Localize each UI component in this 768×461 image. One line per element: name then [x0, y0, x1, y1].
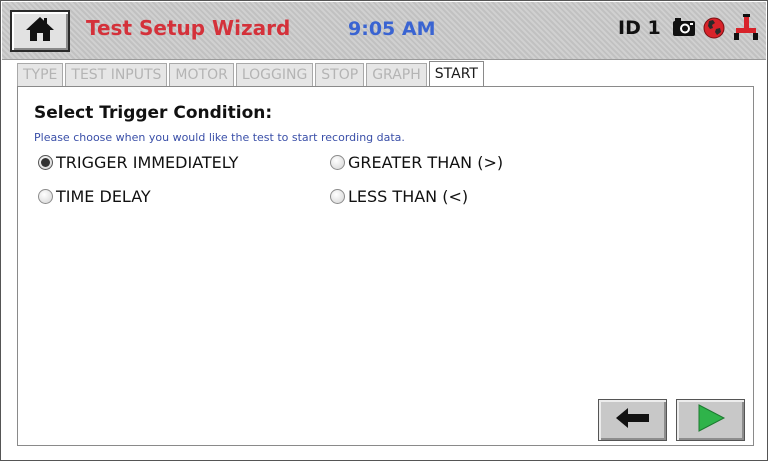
tab-start[interactable]: START [428, 61, 484, 86]
back-button[interactable] [598, 399, 667, 441]
usb-plug-icon[interactable] [733, 14, 759, 46]
radio-trigger-immediately[interactable]: TRIGGER IMMEDIATELY [38, 153, 238, 172]
radio-unselected-icon [330, 155, 345, 170]
home-icon [25, 16, 55, 46]
next-button[interactable] [676, 399, 745, 441]
tab-logging[interactable]: LOGGING [235, 63, 314, 86]
clock-display: 9:05 AM [348, 18, 436, 40]
radio-label: LESS THAN (<) [348, 187, 469, 206]
header-bar: Test Setup Wizard 9:05 AM ID 1 [2, 2, 766, 60]
tab-test-inputs[interactable]: TEST INPUTS [65, 63, 168, 86]
app-window: Test Setup Wizard 9:05 AM ID 1 TYPE TEST… [0, 0, 768, 461]
arrow-left-icon [615, 407, 651, 433]
tab-graph[interactable]: GRAPH [366, 63, 427, 86]
wizard-title: Test Setup Wizard [86, 16, 291, 40]
panel-instruction: Please choose when you would like the te… [34, 131, 405, 144]
start-panel: Select Trigger Condition: Please choose … [17, 86, 754, 446]
radio-less-than[interactable]: LESS THAN (<) [330, 187, 468, 206]
radio-time-delay[interactable]: TIME DELAY [38, 187, 151, 206]
tab-stop[interactable]: STOP [315, 63, 365, 86]
camera-icon[interactable] [672, 16, 696, 42]
wizard-tabs: TYPE TEST INPUTS MOTOR LOGGING STOP GRAP… [17, 61, 486, 86]
tab-type[interactable]: TYPE [17, 63, 64, 86]
radio-label: TRIGGER IMMEDIATELY [56, 153, 239, 172]
home-button[interactable] [10, 10, 70, 52]
play-right-icon [696, 403, 726, 437]
radio-label: TIME DELAY [56, 187, 151, 206]
tab-motor[interactable]: MOTOR [169, 63, 234, 86]
globe-icon[interactable] [703, 17, 725, 43]
radio-label: GREATER THAN (>) [348, 153, 504, 172]
device-id-label: ID 1 [618, 17, 661, 39]
radio-unselected-icon [38, 189, 53, 204]
radio-selected-icon [38, 155, 53, 170]
panel-heading: Select Trigger Condition: [34, 103, 273, 123]
radio-unselected-icon [330, 189, 345, 204]
radio-greater-than[interactable]: GREATER THAN (>) [330, 153, 503, 172]
